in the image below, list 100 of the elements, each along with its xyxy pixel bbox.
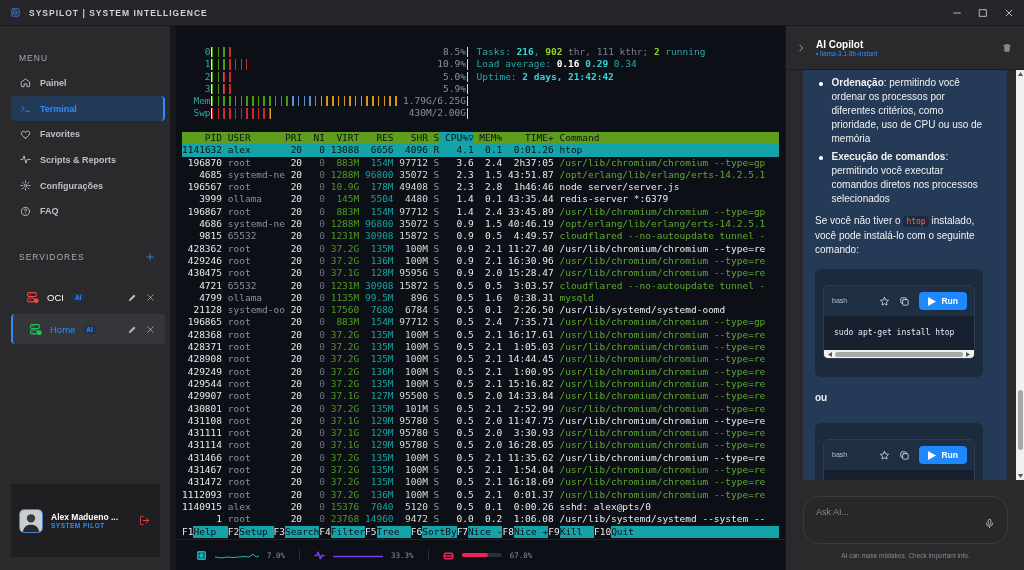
table-cell-text: 0.5 — [455, 328, 474, 342]
scroll-arrow-icon[interactable] — [828, 351, 832, 357]
edit-icon[interactable] — [128, 324, 137, 334]
copy-icon[interactable] — [899, 295, 911, 307]
nav-item[interactable]: FAQ — [11, 198, 165, 225]
table-row[interactable]: 431466 root 20 0 37.2G 135M 100M S 0.5 2.1 11:35.62 /usr/lib/chromium/chromium --type=re — [182, 451, 779, 464]
nav-item[interactable]: Scripts & Reports — [11, 147, 165, 173]
table-cell-text: 883M — [335, 316, 360, 329]
star-icon[interactable] — [879, 449, 891, 461]
table-row[interactable]: 428368 root 20 0 37.2G 135M 100M S 0.5 2.1 16:17.61 /usr/lib/chromium/chromium --type=re — [182, 328, 779, 342]
ask-field[interactable]: Ask AI... — [816, 505, 997, 519]
table-row[interactable]: 429249 root 20 0 37.2G 136M 100M S 0.5 2.1 1:00.95 /usr/lib/chromium/chromium --type=re — [182, 365, 779, 378]
table-cell-text: 0:38.31 — [512, 291, 554, 305]
maximize-icon[interactable] — [978, 7, 988, 18]
column-header[interactable]: PID — [182, 132, 223, 145]
table-cell-text: ollama — [226, 193, 264, 206]
table-cell-text: 431108 — [186, 414, 223, 428]
table-cell-text: 100M — [404, 242, 428, 255]
close-icon[interactable] — [146, 292, 155, 302]
edit-icon[interactable] — [128, 292, 137, 302]
table-row[interactable]: 430801 root 20 0 37.2G 135M 101M S 0.5 2.1 2:52.99 /usr/lib/chromium/chromium --type=re — [182, 402, 779, 415]
table-row[interactable]: 431114 root 20 0 37.1G 129M 95780 S 0.5 2.0 16:28.05 /usr/lib/chromium/chromium --type=re — [182, 439, 779, 452]
collapse-icon[interactable] — [796, 42, 806, 53]
table-cell-text: root — [226, 156, 252, 169]
table-cell-text: 0 — [318, 168, 325, 182]
microphone-icon[interactable] — [984, 518, 995, 529]
column-header[interactable]: CPU%▽ — [439, 132, 474, 145]
table-cell-text: S — [432, 402, 440, 415]
close-icon[interactable] — [1004, 7, 1014, 18]
table-cell-text: 95780 — [398, 439, 428, 452]
scroll-arrow-icon[interactable] — [966, 351, 970, 357]
table-cell-text: /usr/lib/systemd/systemd --system -- — [558, 513, 767, 526]
meter-label: 1 — [203, 58, 211, 71]
table-row[interactable]: 428371 root 20 0 37.2G 135M 100M S 0.5 2.1 1:05.03 /usr/lib/chromium/chromium --type=re — [182, 341, 779, 354]
table-cell-text: 1231M — [329, 230, 360, 243]
table-row[interactable]: 431108 root 20 0 37.1G 129M 95780 S 0.5 2.0 11:47.75 /usr/lib/chromium/chromium --type=re — [182, 414, 779, 428]
chat-input-box[interactable]: Ask AI... — [803, 496, 1008, 544]
table-row[interactable]: 429246 root 20 0 37.2G 136M 100M S 0.9 2.1 16:30.96 /usr/lib/chromium/chromium --type=re — [182, 254, 779, 268]
table-cell-text: 2.1 — [484, 451, 503, 464]
table-row[interactable]: 4686 systemd-ne 20 0 1288M 96800 35072 S 0.9 1.5 40:46.19 /opt/erlang/lib/erlang/erts-14.2.5.1 — [182, 218, 779, 231]
column-header[interactable]: TIME+ — [502, 132, 554, 145]
table-row[interactable]: 431467 root 20 0 37.2G 135M 100M S 0.5 2.1 1:54.04 /usr/lib/chromium/chromium --type=re — [182, 464, 779, 477]
section-label: SERVIDORES — [18, 251, 85, 264]
table-row[interactable]: 196867 root 20 0 883M 154M 97712 S 1.4 2.4 33:45.89 /usr/lib/chromium/chromium --type=gp — [182, 205, 779, 219]
table-cell-text: 2.0 — [484, 414, 503, 428]
table-cell-text: 154M — [369, 156, 394, 169]
star-icon[interactable] — [879, 295, 891, 307]
copy-icon[interactable] — [899, 449, 911, 461]
table-cell-text: 1.4 — [455, 205, 474, 219]
logout-icon[interactable] — [139, 515, 150, 526]
table-row[interactable]: 1112093 root 20 0 37.2G 136M 100M S 0.5 2.1 0:01.37 /usr/lib/chromium/chromium --type=re — [182, 488, 779, 501]
table-row[interactable]: 4721 65532 20 0 1231M 30908 15872 S 0.5 0.5 3:03.57 cloudflared --no-autoupdate tunnel - — [182, 279, 779, 292]
table-row[interactable]: 3999 ollama 20 0 145M 5504 4480 S 1.4 0.1 43:35.44 redis-server *:6379 — [182, 193, 779, 206]
table-row[interactable]: 21128 systemd-oo 20 0 17560 7680 6784 S 0.5 0.1 2:26.50 /usr/lib/systemd/systemd-oomd — [182, 304, 779, 317]
column-header[interactable]: SHR — [393, 132, 428, 145]
nav-item[interactable]: Configurações — [11, 172, 165, 199]
table-row[interactable]: 428362 root 20 0 37.2G 135M 100M S 0.9 2.1 11:27.40 /usr/lib/chromium/chromium --type=re — [182, 242, 779, 255]
table-cell-text: S — [432, 156, 440, 169]
column-header[interactable]: RES — [359, 132, 394, 145]
column-header[interactable]: NI — [302, 132, 325, 145]
scroll-arrow-icon[interactable] — [1017, 474, 1023, 478]
table-row[interactable]: 429907 root 20 0 37.1G 127M 95500 S 0.5 2.0 14:33.84 /usr/lib/chromium/chromium --type=re — [182, 390, 779, 403]
table-row[interactable]: 4685 systemd-ne 20 0 1288M 96800 35072 S 2.3 1.5 43:51.87 /opt/erlang/lib/erlang/erts-14.2.5.1 — [182, 168, 779, 182]
scroll-arrow-icon[interactable] — [1017, 72, 1023, 76]
table-row[interactable]: 1 root 20 0 23768 14960 9472 S 0.0 0.2 1:06.08 /usr/lib/systemd/systemd --system -- — [182, 513, 779, 526]
table-row[interactable]: 4799 ollama 20 0 1135M 99.5M 896 S 0.5 1.6 0:38.31 mysqld — [182, 291, 779, 305]
table-cell-text: 37.2G — [329, 353, 360, 366]
table-row[interactable]: 9815 65532 20 0 1231M 30908 15872 S 0.9 0.5 4:49.57 cloudflared --no-autoupdate tunnel - — [182, 230, 779, 243]
scrollbar[interactable] — [824, 350, 974, 358]
column-header[interactable]: MEM% — [473, 132, 503, 145]
column-header[interactable]: S — [427, 132, 440, 145]
table-cell-text: 95780 — [398, 414, 428, 428]
table-cell-text: 135M — [369, 341, 394, 354]
column-header[interactable]: USER — [222, 132, 285, 145]
table-row[interactable]: 1140915 alex 20 0 15376 7040 5120 S 0.5 0.1 0:00.26 sshd: alex@pts/0 — [182, 500, 779, 514]
nav-item[interactable]: Painel — [11, 70, 165, 96]
add-icon[interactable] — [145, 252, 155, 263]
nav-item[interactable]: Favorites — [11, 121, 165, 148]
table-row[interactable]: 428908 root 20 0 37.2G 135M 100M S 0.5 2.1 14:44.45 /usr/lib/chromium/chromium --type=re — [182, 353, 779, 366]
settings-icon — [20, 180, 31, 192]
close-icon[interactable] — [146, 324, 155, 334]
table-row[interactable]: 196567 root 20 0 10.9G 178M 49408 S 2.3 2.8 1h46:46 node server/server.js — [182, 181, 779, 194]
table-row[interactable]: 1141632 alex 20 0 13088 6656 4096 R 4.1 0.1 0:01.26 htop — [182, 144, 779, 157]
trash-icon[interactable] — [1002, 42, 1012, 53]
table-cell-text: 431114 — [186, 439, 223, 452]
column-header[interactable]: PRI — [284, 132, 303, 145]
table-cell-text: 0.5 — [455, 464, 474, 477]
meter-label: 2 — [203, 70, 211, 83]
table-cell-text: 20 — [289, 402, 303, 415]
column-header[interactable]: Command — [553, 132, 779, 145]
scrollbar[interactable] — [1016, 70, 1024, 480]
table-row[interactable]: 431472 root 20 0 37.2G 135M 100M S 0.5 2.1 16:18.69 /usr/lib/chromium/chromium --type=re — [182, 476, 779, 489]
meter-label: 3 — [203, 82, 211, 96]
table-row[interactable]: 431111 root 20 0 37.1G 129M 95780 S 0.5 2.0 3:30.93 /usr/lib/chromium/chromium --type=re — [182, 427, 779, 440]
table-row[interactable]: 196865 root 20 0 883M 154M 97712 S 0.5 2.4 7:35.71 /usr/lib/chromium/chromium --type=gp — [182, 316, 779, 329]
column-header[interactable]: VIRT — [324, 132, 360, 145]
table-row[interactable]: 430475 root 20 0 37.1G 128M 95956 S 0.9 2.0 15:28.47 /usr/lib/chromium/chromium --type=re — [182, 267, 779, 280]
table-row[interactable]: 196870 root 20 0 883M 154M 97712 S 3.6 2.4 2h37:05 /usr/lib/chromium/chromium --type=gp — [182, 156, 779, 169]
table-row[interactable]: 429544 root 20 0 37.2G 135M 100M S 0.5 2.1 15:16.82 /usr/lib/chromium/chromium --type=re — [182, 377, 779, 391]
table-cell-text: 0 — [318, 427, 325, 440]
